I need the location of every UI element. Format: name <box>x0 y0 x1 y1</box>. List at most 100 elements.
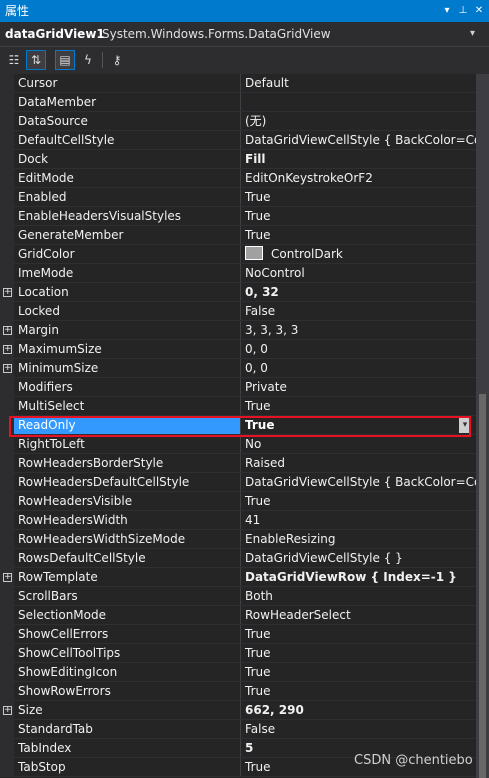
property-value[interactable]: True <box>241 416 476 435</box>
property-value[interactable] <box>241 93 476 112</box>
property-row[interactable]: RowHeadersVisible True <box>0 492 476 511</box>
panel-title: 属性 <box>5 4 30 18</box>
events-icon[interactable]: ϟ <box>78 50 98 70</box>
object-type: System.Windows.Forms.DataGridView <box>102 27 331 41</box>
property-row[interactable]: ShowCellToolTips True <box>0 644 476 663</box>
property-row[interactable]: + RowTemplate DataGridViewRow { Index=-1 } <box>0 568 476 587</box>
property-row[interactable]: DefaultCellStyle DataGridViewCellStyle { … <box>0 131 476 150</box>
property-value[interactable]: 41 <box>241 511 476 530</box>
property-row[interactable]: DataSource (无) <box>0 112 476 131</box>
property-value[interactable]: 0, 0 <box>241 359 476 378</box>
property-row[interactable]: Cursor Default <box>0 74 476 93</box>
property-row[interactable]: ShowRowErrors True <box>0 682 476 701</box>
property-value[interactable]: False <box>241 720 476 739</box>
property-value[interactable]: Fill <box>241 150 476 169</box>
property-row[interactable]: ShowCellErrors True <box>0 625 476 644</box>
property-row[interactable]: RowHeadersDefaultCellStyle DataGridViewCe… <box>0 473 476 492</box>
close-icon[interactable]: ✕ <box>472 0 486 22</box>
row-gutter <box>0 302 14 321</box>
properties-icon[interactable]: ▤ <box>55 50 75 70</box>
property-value[interactable]: DataGridViewCellStyle { BackColor=Color <box>241 131 476 150</box>
property-value[interactable]: NoControl <box>241 264 476 283</box>
property-row[interactable]: Locked False <box>0 302 476 321</box>
property-row[interactable]: MultiSelect True <box>0 397 476 416</box>
property-name: ReadOnly <box>14 416 240 435</box>
property-pages-icon[interactable]: ⚷ <box>107 50 127 70</box>
property-value[interactable]: RowHeaderSelect <box>241 606 476 625</box>
property-row[interactable]: RowHeadersWidthSizeMode EnableResizing <box>0 530 476 549</box>
expand-icon[interactable]: + <box>3 706 12 715</box>
property-value[interactable]: True <box>241 397 476 416</box>
property-value[interactable]: Private <box>241 378 476 397</box>
scrollbar-thumb[interactable] <box>479 394 486 778</box>
window-position-dropdown-icon[interactable]: ▾ <box>440 0 454 22</box>
property-value[interactable]: DataGridViewCellStyle { BackColor=Color <box>241 473 476 492</box>
property-name: Modifiers <box>14 378 240 397</box>
property-value[interactable]: True <box>241 188 476 207</box>
property-row[interactable]: + Margin 3, 3, 3, 3 <box>0 321 476 340</box>
property-value[interactable]: (无) <box>241 112 476 131</box>
property-value[interactable]: 3, 3, 3, 3 <box>241 321 476 340</box>
property-value[interactable]: DataGridViewRow { Index=-1 } <box>241 568 476 587</box>
property-name: Enabled <box>14 188 240 207</box>
property-value[interactable]: EditOnKeystrokeOrF2 <box>241 169 476 188</box>
property-row[interactable]: + Location 0, 32 <box>0 283 476 302</box>
property-row[interactable]: RightToLeft No <box>0 435 476 454</box>
property-value[interactable]: Default <box>241 74 476 93</box>
property-row[interactable]: StandardTab False <box>0 720 476 739</box>
expand-icon[interactable]: + <box>3 345 12 354</box>
vertical-scrollbar[interactable] <box>476 74 489 778</box>
property-row[interactable]: Enabled True <box>0 188 476 207</box>
alphabetical-icon[interactable]: ⇅ <box>26 50 46 70</box>
value-dropdown-button[interactable]: ▾ <box>459 418 471 433</box>
object-selector[interactable]: dataGridView1 System.Windows.Forms.DataG… <box>0 22 489 47</box>
categorized-icon[interactable]: ☷ <box>4 50 24 70</box>
property-row[interactable]: ShowEditingIcon True <box>0 663 476 682</box>
row-gutter <box>0 131 14 150</box>
property-value[interactable]: EnableResizing <box>241 530 476 549</box>
property-row[interactable]: + Size 662, 290 <box>0 701 476 720</box>
row-gutter <box>0 264 14 283</box>
property-value[interactable]: 0, 0 <box>241 340 476 359</box>
property-value[interactable]: True <box>241 625 476 644</box>
property-value[interactable]: True <box>241 492 476 511</box>
property-value[interactable]: 662, 290 <box>241 701 476 720</box>
property-value[interactable]: Both <box>241 587 476 606</box>
property-row[interactable]: ScrollBars Both <box>0 587 476 606</box>
row-gutter <box>0 587 14 606</box>
property-value[interactable]: False <box>241 302 476 321</box>
property-value[interactable]: True <box>241 663 476 682</box>
property-row[interactable]: + MaximumSize 0, 0 <box>0 340 476 359</box>
property-row[interactable]: Modifiers Private <box>0 378 476 397</box>
property-row[interactable]: DataMember <box>0 93 476 112</box>
property-row[interactable]: SelectionMode RowHeaderSelect <box>0 606 476 625</box>
property-value[interactable]: DataGridViewCellStyle { } <box>241 549 476 568</box>
property-value[interactable]: Raised <box>241 454 476 473</box>
property-row[interactable]: EditMode EditOnKeystrokeOrF2 <box>0 169 476 188</box>
property-row[interactable]: RowHeadersWidth 41 <box>0 511 476 530</box>
property-row[interactable]: GridColor ControlDark <box>0 245 476 264</box>
property-row[interactable]: EnableHeadersVisualStyles True <box>0 207 476 226</box>
property-value[interactable]: True <box>241 644 476 663</box>
object-selector-dropdown-icon[interactable]: ▾ <box>470 22 475 46</box>
property-row[interactable]: ReadOnly True ▾ <box>0 416 476 435</box>
property-value[interactable]: No <box>241 435 476 454</box>
property-value[interactable]: True <box>241 207 476 226</box>
property-row[interactable]: + MinimumSize 0, 0 <box>0 359 476 378</box>
property-value[interactable]: 0, 32 <box>241 283 476 302</box>
properties-panel-titlebar: 属性 ▾ ⊥ ✕ <box>0 0 489 22</box>
property-row[interactable]: Dock Fill <box>0 150 476 169</box>
expand-icon[interactable]: + <box>3 573 12 582</box>
expand-icon[interactable]: + <box>3 288 12 297</box>
property-value[interactable]: ControlDark <box>241 245 476 264</box>
property-row[interactable]: RowHeadersBorderStyle Raised <box>0 454 476 473</box>
row-gutter <box>0 169 14 188</box>
expand-icon[interactable]: + <box>3 364 12 373</box>
expand-icon[interactable]: + <box>3 326 12 335</box>
property-row[interactable]: ImeMode NoControl <box>0 264 476 283</box>
property-value[interactable]: True <box>241 682 476 701</box>
property-row[interactable]: GenerateMember True <box>0 226 476 245</box>
property-value[interactable]: True <box>241 226 476 245</box>
property-row[interactable]: RowsDefaultCellStyle DataGridViewCellStyl… <box>0 549 476 568</box>
pin-icon[interactable]: ⊥ <box>456 0 470 22</box>
